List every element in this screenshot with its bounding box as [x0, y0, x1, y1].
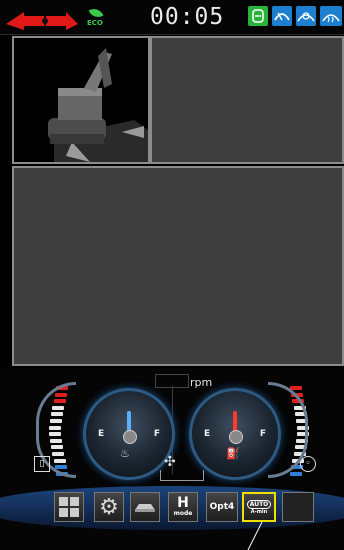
washer-icon [272, 6, 292, 26]
h-mode-button[interactable]: H mode [168, 492, 198, 522]
fan-icon: ✣ [164, 454, 176, 470]
menu-grid-button[interactable] [54, 492, 84, 522]
auto-sub-label: A-min [250, 508, 268, 515]
camera-view-right[interactable] [150, 36, 344, 164]
clock-display: 00:05 [150, 4, 225, 30]
grid-icon [59, 497, 79, 517]
coolant-empty-label: E [98, 429, 105, 439]
coolant-icon [248, 6, 268, 26]
auto-label: AUTO [246, 499, 272, 509]
wiper-icon [296, 6, 316, 26]
machine-view-panel[interactable] [12, 36, 150, 164]
fuel-pump-icon: ⛽ [226, 447, 240, 460]
heater-icon [320, 6, 342, 26]
fuel-hub [229, 430, 243, 444]
gear-icon: ⚙ [99, 494, 119, 520]
rpm-label: rpm [190, 376, 213, 389]
digital-readout-bracket [160, 470, 204, 481]
scale-segment [290, 471, 302, 476]
excavator-icon [48, 48, 148, 162]
opt4-button[interactable]: Opt4 [206, 492, 238, 522]
fuel-gauge: E F ⛽ [189, 388, 281, 480]
camera-mode-button[interactable] [130, 492, 160, 522]
eco-indicator: ECO [86, 6, 114, 30]
coolant-gauge: E F ♨ [83, 388, 175, 480]
settings-button[interactable]: ⚙ [94, 492, 124, 522]
coolant-temp-icon: ♨ [120, 447, 130, 460]
hydraulic-icon: ◦ [300, 456, 316, 472]
coolant-full-label: F [153, 429, 160, 439]
h-mode-label: mode [173, 510, 193, 517]
battery-icon: ▯ [34, 456, 50, 472]
eco-label: ECO [87, 19, 103, 27]
eco-leaf-icon [88, 6, 104, 20]
travel-alarm-icon [6, 12, 78, 30]
blank-menu-button[interactable] [282, 492, 314, 522]
camera-view-main[interactable] [12, 166, 344, 366]
auto-idle-button[interactable]: AUTO A-min [242, 492, 276, 522]
opt4-label: Opt4 [209, 502, 235, 512]
car-icon [135, 504, 155, 512]
pointer-line [247, 522, 263, 550]
h-mode-letter: H [177, 495, 189, 511]
fuel-empty-label: E [204, 429, 211, 439]
coolant-hub [123, 430, 137, 444]
fuel-full-label: F [259, 429, 266, 439]
